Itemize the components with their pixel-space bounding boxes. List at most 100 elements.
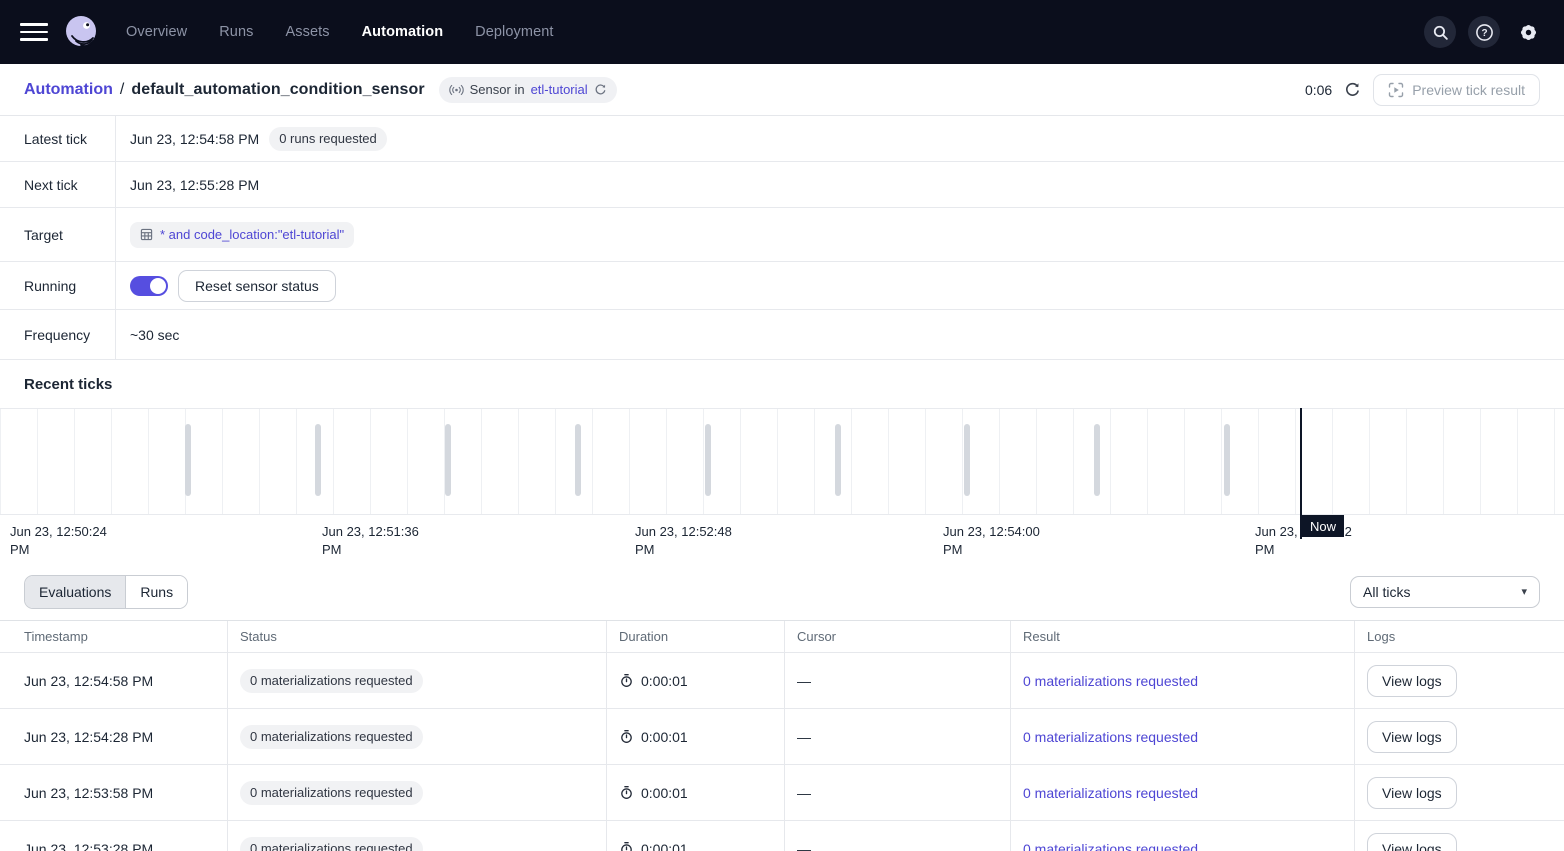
settings-gear-icon[interactable]	[1512, 16, 1544, 48]
table-header-row: Timestamp Status Duration Cursor Result …	[0, 621, 1564, 653]
timeline-axis-label: Jun 23, 12:51:36 PM	[322, 523, 440, 559]
target-selection-chip[interactable]: * and code_location:"etl-tutorial"	[130, 222, 354, 248]
breadcrumb-automation-link[interactable]: Automation	[24, 81, 113, 99]
header-actions: 0:06 Preview tick result	[1305, 74, 1540, 106]
now-badge: Now	[1302, 515, 1344, 537]
search-icon[interactable]	[1424, 16, 1456, 48]
next-tick-label: Next tick	[0, 162, 116, 207]
stopwatch-icon	[619, 673, 634, 688]
tick-bar[interactable]	[445, 424, 451, 496]
ticks-timeline[interactable]: Jun 23, 12:50:24 PM Jun 23, 12:51:36 PM Ju…	[0, 408, 1564, 563]
tick-duration: 0:00:01	[641, 841, 688, 851]
nav-actions: ?	[1424, 16, 1544, 48]
running-row: Running Reset sensor status	[0, 262, 1564, 310]
tick-timestamp: Jun 23, 12:53:28 PM	[0, 821, 228, 851]
running-toggle[interactable]	[130, 276, 168, 296]
refresh-countdown: 0:06	[1305, 82, 1332, 98]
ticks-toolbar: Evaluations Runs All ticks ▾	[0, 563, 1564, 620]
tab-evaluations[interactable]: Evaluations	[25, 576, 126, 608]
view-logs-button[interactable]: View logs	[1367, 777, 1457, 809]
table-row: Jun 23, 12:53:58 PM 0 materializations r…	[0, 765, 1564, 821]
tick-bar[interactable]	[185, 424, 191, 496]
target-row: Target * and code_location:"etl-tutorial…	[0, 208, 1564, 262]
svg-text:?: ?	[1481, 28, 1487, 39]
target-selection-text: * and code_location:"etl-tutorial"	[160, 227, 344, 242]
nav-item-automation[interactable]: Automation	[362, 24, 444, 40]
nav-item-overview[interactable]: Overview	[126, 24, 187, 40]
preview-tick-result-label: Preview tick result	[1412, 82, 1525, 98]
tick-status-badge: 0 materializations requested	[240, 725, 423, 749]
reset-sensor-status-button[interactable]: Reset sensor status	[178, 270, 336, 302]
table-row: Jun 23, 12:54:28 PM 0 materializations r…	[0, 709, 1564, 765]
page-header: Automation / default_automation_conditio…	[0, 64, 1564, 116]
automation-sensor-page: Overview Runs Assets Automation Deployme…	[0, 0, 1564, 851]
nav-item-deployment[interactable]: Deployment	[475, 24, 553, 40]
tick-bar[interactable]	[964, 424, 970, 496]
tab-runs[interactable]: Runs	[126, 576, 187, 608]
help-icon[interactable]: ?	[1468, 16, 1500, 48]
tick-result-link[interactable]: 0 materializations requested	[1023, 729, 1198, 745]
tick-bar[interactable]	[1224, 424, 1230, 496]
tick-duration: 0:00:01	[641, 785, 688, 801]
tick-result-link[interactable]: 0 materializations requested	[1023, 673, 1198, 689]
next-tick-row: Next tick Jun 23, 12:55:28 PM	[0, 162, 1564, 208]
tick-duration: 0:00:01	[641, 673, 688, 689]
view-logs-button[interactable]: View logs	[1367, 665, 1457, 697]
tick-result-link[interactable]: 0 materializations requested	[1023, 785, 1198, 801]
tick-cursor: —	[797, 673, 811, 689]
tick-result-link[interactable]: 0 materializations requested	[1023, 841, 1198, 851]
tick-cursor: —	[797, 785, 811, 801]
latest-tick-label: Latest tick	[0, 116, 116, 161]
tick-cursor: —	[797, 729, 811, 745]
tick-status-filter-value: All ticks	[1363, 584, 1410, 600]
preview-tick-result-button[interactable]: Preview tick result	[1373, 74, 1540, 106]
frequency-label: Frequency	[0, 310, 116, 359]
runs-requested-badge: 0 runs requested	[269, 127, 387, 151]
top-nav: Overview Runs Assets Automation Deployme…	[0, 0, 1564, 64]
tick-timestamp: Jun 23, 12:54:58 PM	[0, 653, 228, 708]
tick-bar[interactable]	[835, 424, 841, 496]
code-location-link[interactable]: etl-tutorial	[531, 82, 588, 97]
frequency-value: ~30 sec	[130, 327, 179, 343]
running-label: Running	[0, 262, 116, 309]
col-logs: Logs	[1355, 621, 1564, 652]
tick-status-badge: 0 materializations requested	[240, 669, 423, 693]
tick-timestamp: Jun 23, 12:54:28 PM	[0, 709, 228, 764]
badge-refresh-icon[interactable]	[594, 83, 607, 96]
col-duration: Duration	[607, 621, 785, 652]
tick-status-badge: 0 materializations requested	[240, 781, 423, 805]
col-result: Result	[1011, 621, 1355, 652]
tick-bar[interactable]	[705, 424, 711, 496]
refresh-icon[interactable]	[1344, 81, 1361, 98]
col-cursor: Cursor	[785, 621, 1011, 652]
ticks-timeline-chart[interactable]	[0, 408, 1564, 515]
table-row: Jun 23, 12:53:28 PM 0 materializations r…	[0, 821, 1564, 851]
view-logs-button[interactable]: View logs	[1367, 833, 1457, 851]
sensor-location-badge: Sensor in etl-tutorial	[439, 77, 617, 103]
menu-icon[interactable]	[20, 19, 48, 45]
dagster-logo-icon[interactable]	[62, 13, 100, 51]
tick-timestamp: Jun 23, 12:53:58 PM	[0, 765, 228, 820]
tick-bar[interactable]	[575, 424, 581, 496]
page-title: default_automation_condition_sensor	[131, 81, 424, 99]
evaluations-table: Timestamp Status Duration Cursor Result …	[0, 620, 1564, 851]
sensor-type-label: Sensor in	[470, 82, 525, 97]
col-timestamp: Timestamp	[0, 621, 228, 652]
latest-tick-value: Jun 23, 12:54:58 PM	[130, 131, 259, 147]
tick-duration: 0:00:01	[641, 729, 688, 745]
tick-cursor: —	[797, 841, 811, 851]
tick-bar[interactable]	[315, 424, 321, 496]
ticks-view-tabs: Evaluations Runs	[24, 575, 188, 609]
latest-tick-row: Latest tick Jun 23, 12:54:58 PM 0 runs r…	[0, 116, 1564, 162]
timeline-axis-label: Jun 23, 12:50:24 PM	[10, 523, 128, 559]
tick-bar[interactable]	[1094, 424, 1100, 496]
timeline-axis-label: Jun 23, 12:54:00 PM	[943, 523, 1061, 559]
table-row: Jun 23, 12:54:58 PM 0 materializations r…	[0, 653, 1564, 709]
timeline-axis-label: Jun 23, 12:52:48 PM	[635, 523, 753, 559]
tick-status-filter[interactable]: All ticks ▾	[1350, 576, 1540, 608]
view-logs-button[interactable]: View logs	[1367, 721, 1457, 753]
nav-item-assets[interactable]: Assets	[285, 24, 329, 40]
preview-play-icon	[1388, 82, 1404, 98]
chevron-down-icon: ▾	[1521, 585, 1527, 598]
nav-item-runs[interactable]: Runs	[219, 24, 253, 40]
